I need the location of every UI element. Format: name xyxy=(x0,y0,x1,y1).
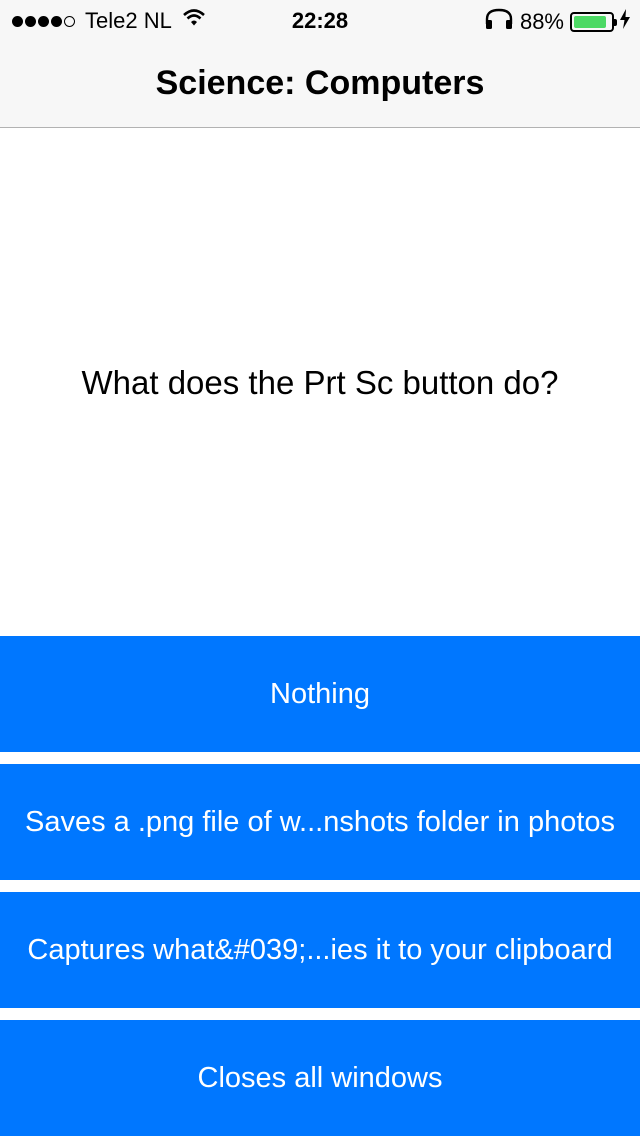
battery-tip xyxy=(614,19,617,26)
answer-label: Closes all windows xyxy=(197,1061,443,1094)
quiz-screen: Tele2 NL 22:28 88% Science: Computers Wh… xyxy=(0,0,640,1136)
status-bar: Tele2 NL 22:28 88% xyxy=(0,0,640,40)
answer-button-1[interactable]: Nothing xyxy=(0,636,640,752)
answer-button-4[interactable]: Closes all windows xyxy=(0,1020,640,1136)
answer-label: Captures what&#039;...ies it to your cli… xyxy=(27,933,613,966)
charging-bolt-icon xyxy=(620,9,630,35)
question-text: What does the Prt Sc button do? xyxy=(81,363,559,401)
answer-label: Saves a .png file of w...nshots folder i… xyxy=(24,805,616,838)
battery-level-fill xyxy=(574,16,606,28)
headphones-icon xyxy=(484,8,514,36)
answer-button-3[interactable]: Captures what&#039;...ies it to your cli… xyxy=(0,892,640,1008)
answer-button-2[interactable]: Saves a .png file of w...nshots folder i… xyxy=(0,764,640,880)
status-right: 88% xyxy=(484,8,630,36)
answer-label: Nothing xyxy=(270,677,370,710)
question-area: What does the Prt Sc button do? xyxy=(0,129,640,636)
navigation-bar: Science: Computers xyxy=(0,40,640,128)
page-title: Science: Computers xyxy=(155,64,485,102)
battery-icon xyxy=(570,12,617,32)
battery-percent: 88% xyxy=(519,9,564,34)
